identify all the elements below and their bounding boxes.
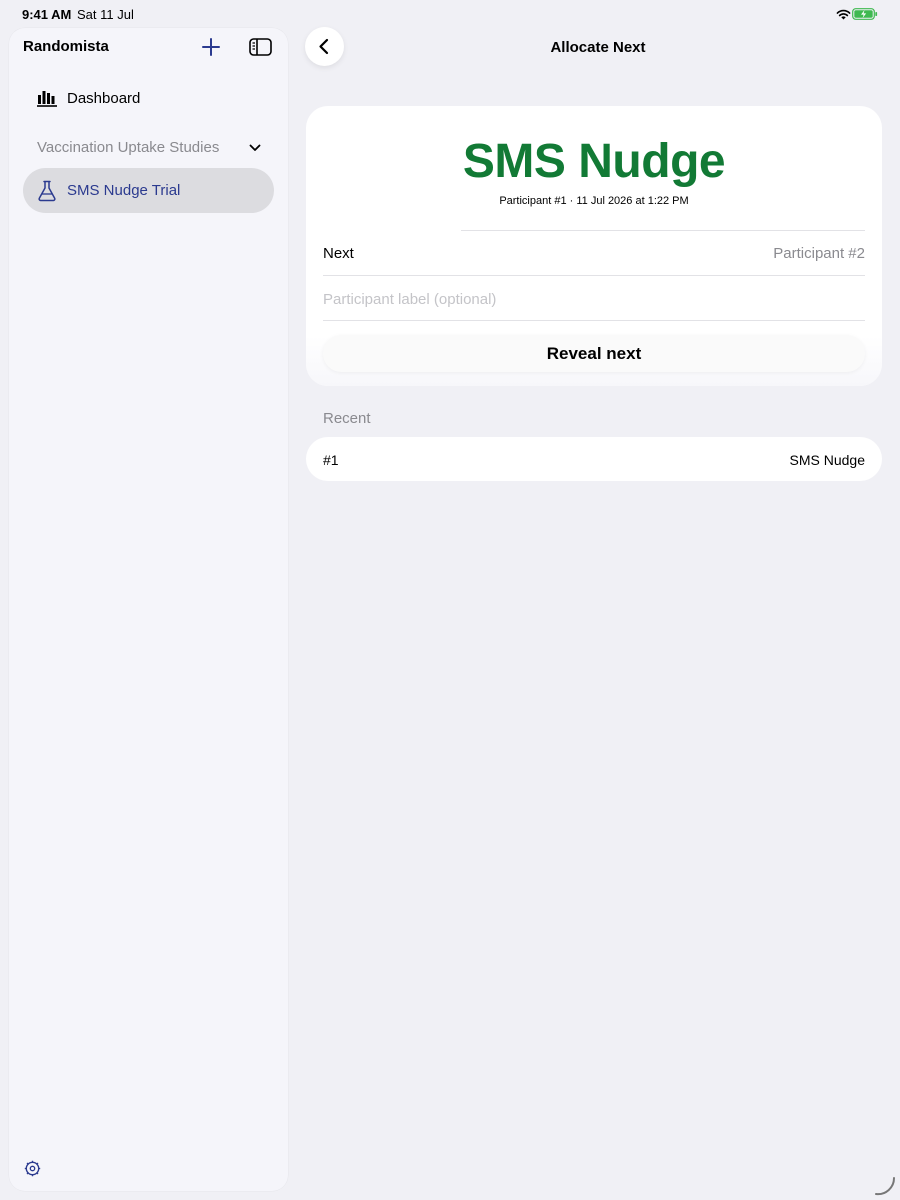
next-label: Next — [323, 245, 354, 262]
allocation-card: SMS Nudge Participant #1 · 11 Jul 2026 a… — [306, 106, 882, 386]
divider — [461, 230, 865, 231]
sidebar: Randomista Dashboard Vaccination Uptake … — [9, 28, 288, 1191]
section-header-vaccination-uptake-studies[interactable]: Vaccination Uptake Studies — [23, 134, 273, 162]
allocation-meta: Participant #1 · 11 Jul 2026 at 1:22 PM — [499, 195, 689, 207]
gear-icon[interactable] — [24, 1160, 41, 1177]
sidebar-item-dashboard[interactable]: Dashboard — [23, 82, 273, 114]
allocated-arm-name: SMS Nudge — [462, 135, 726, 188]
divider — [323, 275, 865, 276]
list-item[interactable]: #1 SMS Nudge — [306, 437, 882, 481]
sidebar-item-label: SMS Nudge Trial — [67, 182, 181, 199]
status-time: 9:41 AM — [22, 7, 72, 22]
divider — [323, 320, 865, 321]
back-button[interactable] — [305, 27, 344, 66]
recent-section-header: Recent — [323, 410, 371, 427]
wifi-icon — [836, 9, 851, 20]
plus-icon[interactable] — [201, 37, 221, 57]
resize-handle-icon — [875, 1177, 896, 1196]
recent-arm-name: SMS Nudge — [789, 452, 865, 468]
bar-chart-icon — [37, 91, 57, 107]
next-participant-value: Participant #2 — [773, 245, 865, 262]
participant-label-input[interactable] — [323, 284, 865, 314]
section-label: Vaccination Uptake Studies — [37, 139, 220, 156]
recent-participant-id: #1 — [323, 452, 339, 468]
status-date: Sat 11 Jul — [77, 7, 134, 22]
page-title: Allocate Next — [550, 39, 646, 56]
app-title: Randomista — [23, 38, 109, 55]
reveal-next-button[interactable]: Reveal next — [323, 335, 865, 372]
sidebar-toggle-icon[interactable] — [249, 38, 272, 56]
sidebar-item-label: Dashboard — [67, 90, 141, 107]
status-bar: 9:41 AM Sat 11 Jul — [0, 0, 900, 28]
flask-icon — [38, 180, 56, 202]
chevron-down-icon[interactable] — [249, 143, 261, 153]
sidebar-item-sms-nudge-trial[interactable]: SMS Nudge Trial — [23, 168, 274, 213]
battery-charging-icon — [852, 8, 878, 20]
chevron-left-icon — [319, 38, 329, 55]
